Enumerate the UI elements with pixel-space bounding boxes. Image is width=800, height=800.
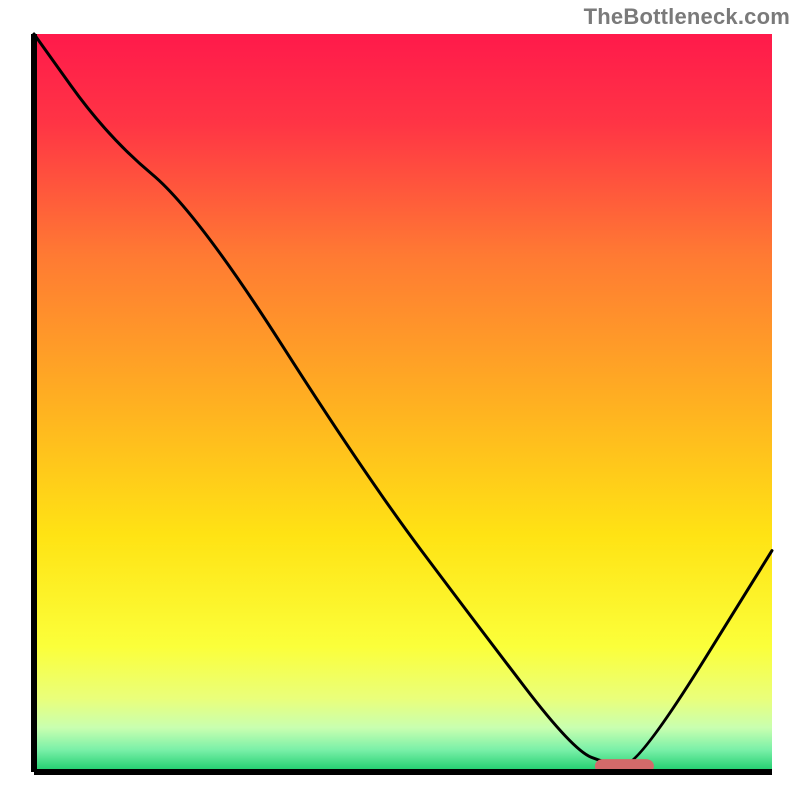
chart-container: TheBottleneck.com (0, 0, 800, 800)
bottleneck-chart (0, 0, 800, 800)
gradient-background (34, 34, 772, 772)
plot-area (34, 34, 772, 773)
